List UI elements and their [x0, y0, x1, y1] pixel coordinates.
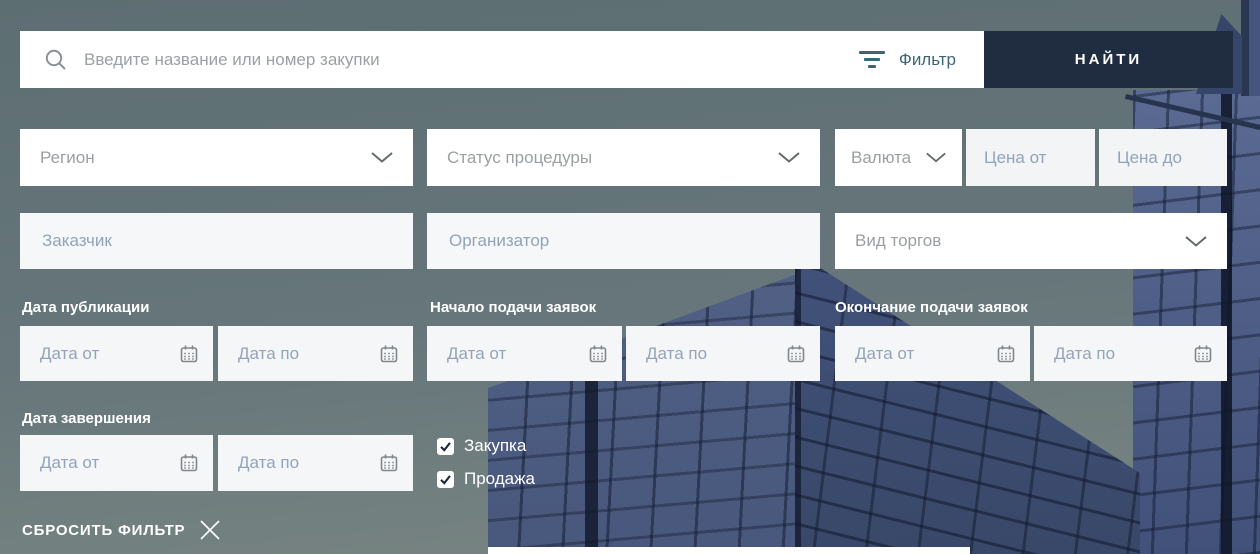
sale-checkbox[interactable]: Продажа: [437, 469, 535, 489]
sale-label: Продажа: [464, 469, 535, 489]
application-end-to-field: [1034, 326, 1227, 381]
customer-input[interactable]: [40, 230, 393, 252]
calendar-icon[interactable]: [588, 344, 608, 364]
status-dropdown[interactable]: Статус процедуры: [427, 129, 820, 186]
date-to-input[interactable]: [236, 452, 350, 474]
filter-label: Фильтр: [899, 50, 956, 70]
price-from-field: [966, 129, 1095, 186]
chevron-down-icon: [778, 152, 800, 163]
find-button[interactable]: НАЙТИ: [984, 31, 1233, 88]
application-end-from-field: [835, 326, 1030, 381]
checkbox-checked-icon: [437, 471, 454, 488]
completion-date-from-field: [20, 435, 213, 491]
price-to-field: [1099, 129, 1227, 186]
region-value: Регион: [40, 148, 95, 168]
publication-date-from-field: [20, 326, 213, 381]
publication-date-to-field: [218, 326, 413, 381]
calendar-icon[interactable]: [379, 453, 399, 473]
application-start-to-field: [626, 326, 820, 381]
checkbox-checked-icon: [437, 438, 454, 455]
calendar-icon[interactable]: [179, 453, 199, 473]
organizer-input[interactable]: [447, 230, 800, 252]
calendar-icon[interactable]: [179, 344, 199, 364]
price-to-input[interactable]: [1115, 147, 1211, 169]
application-end-label: Окончание подачи заявок: [835, 299, 1028, 316]
organizer-field: [427, 213, 820, 269]
application-start-label: Начало подачи заявок: [430, 299, 596, 316]
calendar-icon[interactable]: [379, 344, 399, 364]
search-icon: [44, 48, 68, 72]
application-start-from-field: [427, 326, 622, 381]
reset-filter-button[interactable]: СБРОСИТЬ ФИЛЬТР: [22, 519, 221, 541]
publication-date-label: Дата публикации: [22, 299, 149, 316]
search-input[interactable]: [82, 49, 859, 71]
chevron-down-icon: [371, 152, 393, 163]
date-to-input[interactable]: [236, 343, 350, 365]
date-to-input[interactable]: [1052, 343, 1166, 365]
date-from-input[interactable]: [38, 343, 152, 365]
date-from-input[interactable]: [38, 452, 152, 474]
calendar-icon[interactable]: [1193, 344, 1213, 364]
purchase-label: Закупка: [464, 436, 526, 456]
calendar-icon[interactable]: [786, 344, 806, 364]
purchase-checkbox[interactable]: Закупка: [437, 436, 526, 456]
trade-type-value: Вид торгов: [855, 231, 941, 251]
completion-date-label: Дата завершения: [22, 410, 151, 427]
procurement-search-page: Фильтр НАЙТИ Регион Статус процедуры Вал…: [0, 0, 1260, 554]
filter-button[interactable]: Фильтр: [859, 50, 956, 70]
customer-field: [20, 213, 413, 269]
reset-filter-label: СБРОСИТЬ ФИЛЬТР: [22, 522, 185, 539]
date-from-input[interactable]: [445, 343, 559, 365]
currency-dropdown[interactable]: Валюта: [835, 129, 962, 186]
date-to-input[interactable]: [644, 343, 758, 365]
filter-icon: [859, 51, 885, 68]
completion-date-to-field: [218, 435, 413, 491]
chevron-down-icon: [926, 152, 946, 163]
price-from-input[interactable]: [982, 147, 1079, 169]
currency-value: Валюта: [851, 148, 911, 168]
calendar-icon[interactable]: [996, 344, 1016, 364]
close-icon: [199, 519, 221, 541]
status-value: Статус процедуры: [447, 148, 592, 168]
search-bar: Фильтр: [20, 31, 984, 88]
chevron-down-icon: [1185, 236, 1207, 247]
date-from-input[interactable]: [853, 343, 967, 365]
trade-type-dropdown[interactable]: Вид торгов: [835, 213, 1227, 269]
region-dropdown[interactable]: Регион: [20, 129, 413, 186]
